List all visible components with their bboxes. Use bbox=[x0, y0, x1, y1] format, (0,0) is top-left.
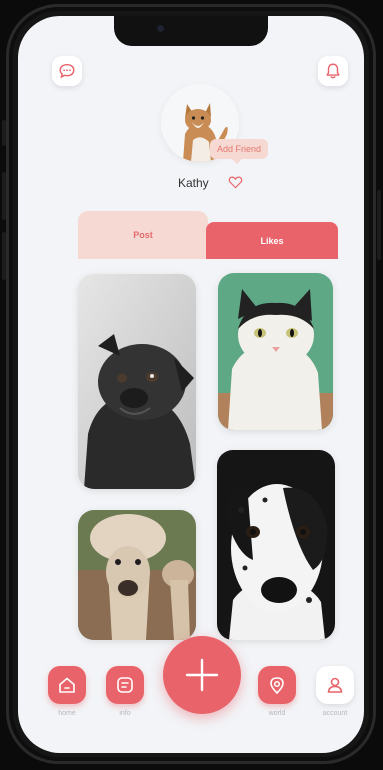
nav-info-label: info bbox=[119, 710, 131, 717]
pug-photo bbox=[78, 274, 196, 489]
info-icon bbox=[117, 677, 133, 693]
nav-info-button[interactable] bbox=[106, 666, 144, 704]
profile-name: Kathy bbox=[178, 176, 209, 190]
cat-photo bbox=[218, 273, 333, 430]
notification-button[interactable] bbox=[318, 56, 348, 86]
nav-world-button[interactable] bbox=[258, 666, 296, 704]
location-icon bbox=[270, 677, 284, 694]
bottom-nav: home info world account bbox=[18, 636, 364, 753]
user-icon bbox=[327, 677, 343, 693]
nav-world-label: world bbox=[268, 710, 286, 717]
alpaca-photo bbox=[78, 510, 196, 640]
volume-up-button bbox=[2, 172, 6, 220]
tab-post-label: Post bbox=[133, 230, 153, 240]
power-button bbox=[377, 190, 381, 260]
home-icon bbox=[59, 677, 75, 693]
nav-account-label: account bbox=[322, 710, 348, 717]
post-card-pug[interactable] bbox=[78, 274, 196, 489]
nav-home-label: home bbox=[58, 710, 76, 717]
post-card-alpaca[interactable] bbox=[78, 510, 196, 640]
nav-account-button[interactable] bbox=[316, 666, 354, 704]
bell-icon bbox=[326, 63, 340, 79]
post-card-dalmatian[interactable] bbox=[217, 450, 335, 640]
app-screen: Add Friend Kathy Post Likes home info wo… bbox=[18, 16, 364, 753]
add-friend-label: Add Friend bbox=[216, 144, 262, 154]
tab-likes-label: Likes bbox=[260, 235, 284, 246]
tab-post[interactable]: Post bbox=[78, 211, 208, 259]
add-post-button[interactable] bbox=[163, 636, 241, 714]
like-profile-button[interactable] bbox=[228, 175, 243, 194]
tab-bar: Post Likes bbox=[78, 211, 338, 259]
post-card-cat[interactable] bbox=[218, 273, 333, 430]
camera bbox=[157, 25, 164, 32]
chat-button[interactable] bbox=[52, 56, 82, 86]
mute-switch bbox=[2, 120, 6, 146]
tab-likes[interactable]: Likes bbox=[206, 222, 338, 259]
volume-down-button bbox=[2, 232, 6, 280]
plus-icon bbox=[185, 658, 219, 692]
heart-icon bbox=[228, 176, 243, 189]
add-friend-tooltip[interactable]: Add Friend bbox=[210, 139, 268, 164]
nav-home-button[interactable] bbox=[48, 666, 86, 704]
notch bbox=[114, 16, 268, 46]
dalmatian-photo bbox=[217, 450, 335, 640]
chat-icon bbox=[59, 63, 75, 79]
